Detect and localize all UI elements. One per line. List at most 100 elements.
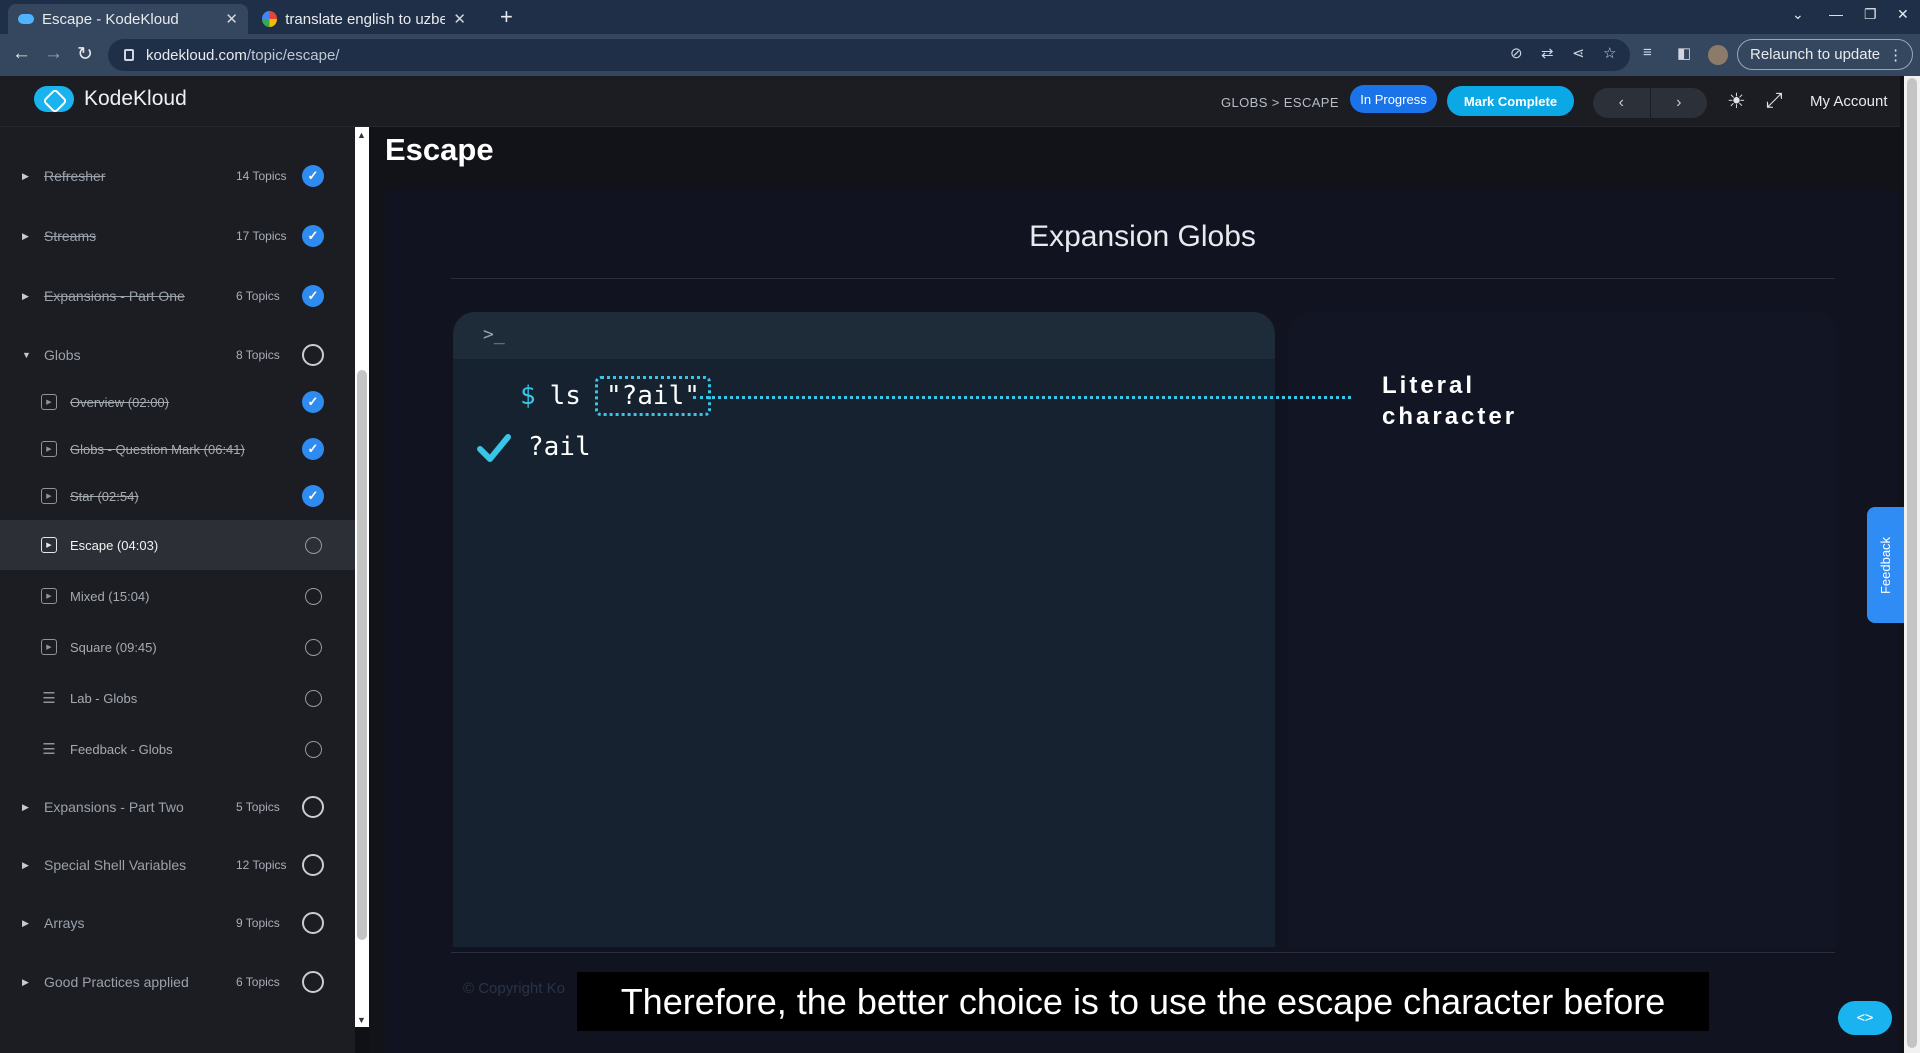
share-icon[interactable]: ⋖ bbox=[1572, 44, 1585, 62]
expand-caret-icon: ▶ bbox=[22, 230, 29, 241]
annotation-line-1: Literal bbox=[1382, 372, 1476, 399]
tab-title: Escape - KodeKloud bbox=[42, 10, 179, 28]
command-text: ls bbox=[549, 381, 581, 411]
command-output: ?ail bbox=[528, 432, 591, 462]
restore-icon[interactable]: ❐ bbox=[1864, 6, 1877, 23]
section-expansions-part-two[interactable]: ▶ Expansions - Part Two 5 Topics bbox=[0, 783, 355, 831]
translate-icon[interactable]: ⇄ bbox=[1541, 44, 1554, 62]
section-globs[interactable]: ▼ Globs 8 Topics bbox=[0, 331, 355, 379]
terminal-prompt-icon: >_ bbox=[483, 324, 505, 345]
profile-avatar[interactable] bbox=[1708, 45, 1728, 65]
lesson-item-star[interactable]: ▶ Star (02:54) ✓ bbox=[0, 471, 355, 521]
page-scrollbar[interactable] bbox=[1904, 76, 1920, 1053]
bookmark-star-icon[interactable]: ☆ bbox=[1603, 44, 1616, 62]
url-host: kodekloud.com bbox=[146, 46, 247, 64]
lesson-item-escape[interactable]: ▶ Escape (04:03) bbox=[0, 520, 355, 570]
video-play-icon: ▶ bbox=[41, 639, 57, 655]
minimize-icon[interactable]: — bbox=[1829, 6, 1843, 22]
my-account-link[interactable]: My Account bbox=[1810, 93, 1888, 110]
section-good-practices[interactable]: ▶ Good Practices applied 6 Topics bbox=[0, 958, 355, 1006]
kebab-menu-icon[interactable]: ⋮ bbox=[1888, 46, 1903, 64]
breadcrumb[interactable]: GLOBS > ESCAPE bbox=[1221, 95, 1339, 110]
lesson-item-overview[interactable]: ▶ Overview (02:00) ✓ bbox=[0, 377, 355, 427]
close-window-icon[interactable]: ✕ bbox=[1897, 6, 1909, 23]
tab-search-chevron-icon[interactable]: ⌄ bbox=[1792, 6, 1804, 23]
video-play-icon: ▶ bbox=[41, 537, 57, 553]
new-tab-icon[interactable]: + bbox=[500, 4, 513, 30]
topic-count: 6 Topics bbox=[236, 289, 280, 303]
lesson-item-square[interactable]: ▶ Square (09:45) bbox=[0, 622, 355, 672]
expand-caret-icon: ▶ bbox=[22, 976, 29, 987]
section-label: Expansions - Part One bbox=[44, 288, 185, 304]
google-favicon-icon bbox=[262, 11, 278, 27]
section-label: Refresher bbox=[44, 168, 106, 184]
section-label: Special Shell Variables bbox=[44, 857, 187, 873]
lesson-item-question-mark[interactable]: ▶ Globs - Question Mark (06:41) ✓ bbox=[0, 424, 355, 474]
lesson-label: Mixed (15:04) bbox=[70, 588, 150, 604]
video-play-icon: ▶ bbox=[41, 488, 57, 504]
video-player[interactable]: Expansion Globs >_ $ ls "?ail" ?ail Lite… bbox=[385, 190, 1900, 1053]
next-lesson-button[interactable]: › bbox=[1651, 88, 1708, 118]
url-bar[interactable]: kodekloud.com/topic/escape/ bbox=[108, 39, 1630, 71]
completed-check-icon: ✓ bbox=[302, 438, 324, 460]
scroll-down-arrow-icon[interactable]: ▼ bbox=[357, 1015, 366, 1025]
reading-list-icon[interactable]: ≡ bbox=[1643, 44, 1652, 61]
incomplete-circle-icon bbox=[302, 912, 324, 934]
cookie-blocked-icon[interactable]: ⊘ bbox=[1510, 44, 1523, 62]
tab-translate[interactable]: translate english to uzbek ✕ bbox=[252, 4, 476, 34]
chat-support-icon[interactable]: <> bbox=[1838, 1001, 1892, 1035]
page-scrollbar-thumb[interactable] bbox=[1907, 78, 1917, 1048]
side-panel-icon[interactable]: ◧ bbox=[1677, 44, 1691, 62]
slide-right-panel bbox=[1288, 312, 1836, 947]
lesson-item-feedback-globs[interactable]: ☰ Feedback - Globs bbox=[0, 724, 355, 774]
section-special-shell-variables[interactable]: ▶ Special Shell Variables 12 Topics bbox=[0, 841, 355, 889]
section-arrays[interactable]: ▶ Arrays 9 Topics bbox=[0, 899, 355, 947]
slide-bottom-divider bbox=[451, 952, 1835, 953]
close-tab-icon[interactable]: ✕ bbox=[225, 10, 238, 28]
lock-icon bbox=[124, 49, 134, 61]
section-refresher[interactable]: ▶ Refresher 14 Topics ✓ bbox=[0, 152, 355, 200]
lab-list-icon: ☰ bbox=[42, 741, 56, 758]
reload-icon[interactable]: ↻ bbox=[77, 43, 93, 66]
lesson-label: Feedback - Globs bbox=[70, 741, 173, 757]
mark-complete-button[interactable]: Mark Complete bbox=[1447, 86, 1574, 116]
video-play-icon: ▶ bbox=[41, 588, 57, 604]
topic-count: 5 Topics bbox=[236, 800, 280, 814]
lesson-label: Escape (04:03) bbox=[70, 537, 159, 553]
expand-caret-icon: ▶ bbox=[22, 170, 29, 181]
kodekloud-logo[interactable]: KodeKloud bbox=[34, 86, 187, 112]
feedback-tab[interactable]: Feedback bbox=[1867, 507, 1905, 623]
section-streams[interactable]: ▶ Streams 17 Topics ✓ bbox=[0, 212, 355, 260]
lesson-label: Lab - Globs bbox=[70, 690, 138, 706]
previous-lesson-button[interactable]: ‹ bbox=[1593, 88, 1651, 118]
relaunch-label: Relaunch to update bbox=[1750, 46, 1881, 63]
completed-check-icon: ✓ bbox=[302, 165, 324, 187]
section-expansions-part-one[interactable]: ▶ Expansions - Part One 6 Topics ✓ bbox=[0, 272, 355, 320]
forward-icon[interactable]: → bbox=[44, 43, 63, 65]
feedback-label: Feedback bbox=[1878, 536, 1894, 594]
back-icon[interactable]: ← bbox=[12, 43, 31, 65]
scroll-up-arrow-icon[interactable]: ▲ bbox=[357, 130, 366, 140]
lesson-item-lab-globs[interactable]: ☰ Lab - Globs bbox=[0, 673, 355, 723]
checkmark-icon bbox=[477, 434, 511, 462]
lesson-label: Star (02:54) bbox=[70, 488, 139, 504]
expand-caret-icon: ▶ bbox=[22, 290, 29, 301]
shell-dollar: $ bbox=[520, 381, 536, 411]
video-caption: Therefore, the better choice is to use t… bbox=[577, 972, 1709, 1031]
page-title: Escape bbox=[385, 132, 494, 167]
completed-check-icon: ✓ bbox=[302, 285, 324, 307]
theme-toggle-sun-icon[interactable]: ☀ bbox=[1727, 89, 1746, 114]
lesson-item-mixed[interactable]: ▶ Mixed (15:04) bbox=[0, 571, 355, 621]
terminal-window: >_ $ ls "?ail" ?ail bbox=[453, 312, 1275, 947]
slide-title: Expansion Globs bbox=[1029, 220, 1256, 253]
incomplete-circle-icon bbox=[305, 740, 322, 758]
video-play-icon: ▶ bbox=[41, 441, 57, 457]
app-header: KodeKloud GLOBS > ESCAPE In Progress Mar… bbox=[0, 76, 1900, 127]
close-tab-icon[interactable]: ✕ bbox=[453, 10, 466, 28]
fullscreen-icon[interactable]: ⤢ bbox=[1766, 89, 1783, 113]
tab-escape-kodekloud[interactable]: Escape - KodeKloud ✕ bbox=[8, 4, 248, 34]
annotation-label: Literal character bbox=[1382, 370, 1517, 432]
incomplete-circle-icon bbox=[305, 689, 322, 707]
relaunch-button[interactable]: Relaunch to update ⋮ bbox=[1737, 39, 1913, 70]
sidebar-scrollbar-thumb[interactable] bbox=[357, 370, 367, 940]
